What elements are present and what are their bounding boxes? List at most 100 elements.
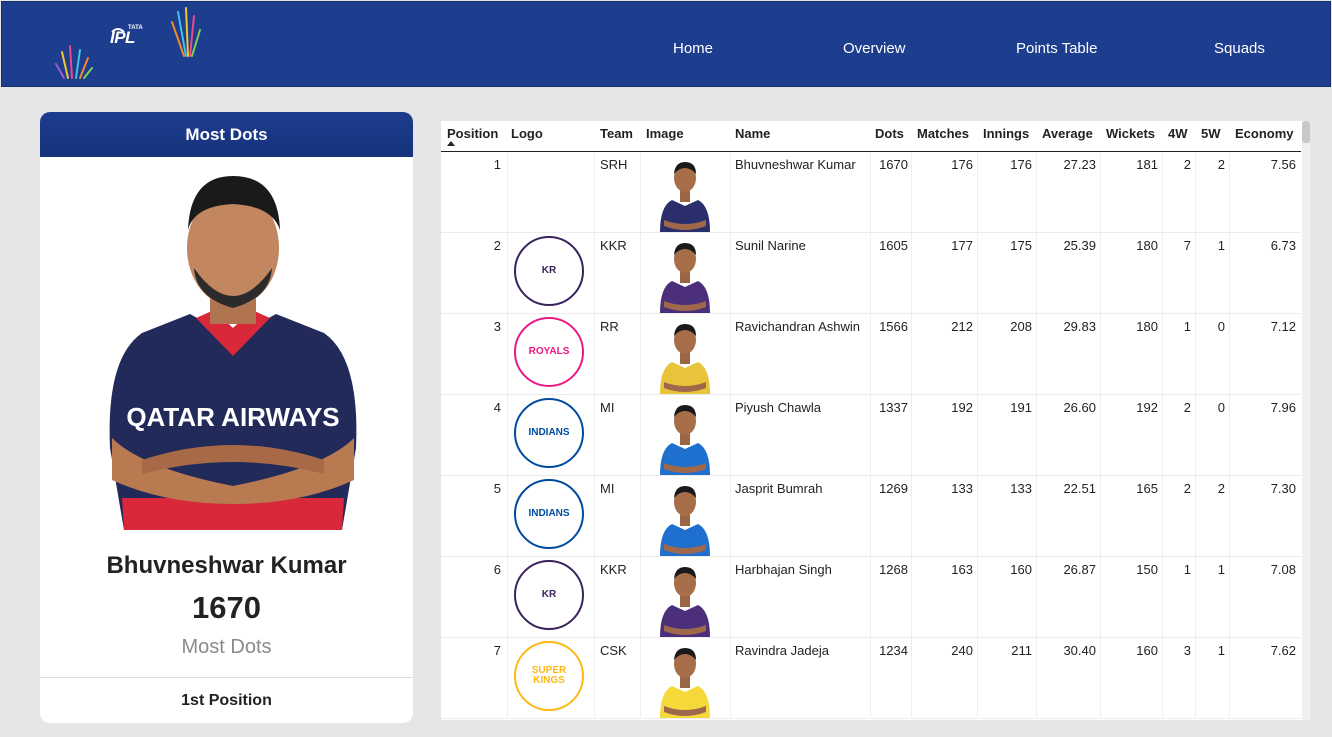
col-header-economy[interactable]: Economy — [1235, 126, 1294, 141]
team-logo-icon: SUPER KINGS — [514, 641, 584, 711]
cell-team: SRH — [600, 157, 628, 172]
cell-name: Jasprit Bumrah — [735, 481, 823, 496]
cell-innings: 133 — [1010, 481, 1032, 496]
cell-economy: 7.62 — [1270, 643, 1296, 658]
column-divider — [594, 395, 595, 476]
column-divider — [977, 638, 978, 719]
column-divider — [507, 476, 508, 557]
cell-w4: 1 — [1183, 562, 1191, 577]
player-photo — [660, 162, 710, 232]
sort-ascending-icon[interactable] — [447, 141, 455, 146]
col-header-team[interactable]: Team — [600, 126, 633, 141]
col-header-average[interactable]: Average — [1042, 126, 1093, 141]
col-header-matches[interactable]: Matches — [917, 126, 969, 141]
cell-pos: 6 — [493, 562, 501, 577]
column-divider — [1036, 152, 1037, 233]
col-header-4w[interactable]: 4W — [1168, 126, 1188, 141]
col-header-5w[interactable]: 5W — [1201, 126, 1221, 141]
column-divider — [1162, 314, 1163, 395]
column-divider — [594, 476, 595, 557]
cell-innings: 208 — [1010, 319, 1032, 334]
cell-pos: 2 — [493, 238, 501, 253]
cell-w4: 2 — [1183, 400, 1191, 415]
column-divider — [1036, 557, 1037, 638]
cell-w5: 0 — [1217, 400, 1225, 415]
cell-average: 29.83 — [1063, 319, 1096, 334]
card-title: Most Dots — [40, 112, 413, 157]
cell-average: 27.23 — [1063, 157, 1096, 172]
column-divider — [1100, 314, 1101, 395]
cell-matches: 177 — [951, 238, 973, 253]
col-header-innings[interactable]: Innings — [983, 126, 1029, 141]
cell-wickets: 150 — [1136, 562, 1158, 577]
table-row[interactable]: 1 1670 176 176 27.23 181 2 2 7.56 SRH Bhuvneshwar … — [441, 152, 1301, 233]
cell-pos: 7 — [493, 643, 501, 658]
cell-team: CSK — [600, 643, 627, 658]
cell-matches: 240 — [951, 643, 973, 658]
table-row[interactable]: 4 1337 192 191 26.60 192 2 0 7.96 MI Piyush Chawla… — [441, 395, 1301, 476]
column-divider — [1162, 557, 1163, 638]
cell-team: KKR — [600, 238, 627, 253]
team-logo-icon: INDIANS — [514, 398, 584, 468]
table-scrollbar[interactable] — [1302, 121, 1310, 720]
cell-dots: 1268 — [879, 562, 908, 577]
col-header-image[interactable]: Image — [646, 126, 684, 141]
player-photo — [660, 648, 710, 718]
cell-economy: 7.12 — [1270, 319, 1296, 334]
cell-w4: 1 — [1183, 319, 1191, 334]
cell-w5: 0 — [1217, 319, 1225, 334]
col-header-logo[interactable]: Logo — [511, 126, 543, 141]
cell-economy: 7.56 — [1270, 157, 1296, 172]
column-divider — [911, 395, 912, 476]
column-divider — [1229, 395, 1230, 476]
player-photo — [660, 324, 710, 394]
scrollbar-thumb[interactable] — [1302, 121, 1310, 143]
nav-link-points-table[interactable]: Points Table — [1016, 40, 1097, 57]
column-divider — [640, 638, 641, 719]
column-divider — [730, 638, 731, 719]
featured-stat-label: Most Dots — [181, 636, 272, 658]
column-divider — [1036, 638, 1037, 719]
column-divider — [977, 476, 978, 557]
cell-pos: 5 — [493, 481, 501, 496]
nav-link-home[interactable]: Home — [673, 40, 713, 57]
nav-link-overview[interactable]: Overview — [843, 40, 906, 57]
column-divider — [640, 557, 641, 638]
column-divider — [507, 233, 508, 314]
col-header-position[interactable]: Position — [447, 126, 498, 141]
col-header-wickets[interactable]: Wickets — [1106, 126, 1155, 141]
col-header-dots[interactable]: Dots — [875, 126, 904, 141]
column-divider — [977, 152, 978, 233]
stats-table: Position Logo Team Image Name Dots Match… — [441, 121, 1310, 720]
column-divider — [1229, 233, 1230, 314]
column-divider — [1162, 233, 1163, 314]
cell-w5: 1 — [1217, 562, 1225, 577]
cell-pos: 4 — [493, 400, 501, 415]
table-row[interactable]: 7 1234 240 211 30.40 160 3 1 7.62 CSK Ravindra Jad… — [441, 638, 1301, 719]
column-divider — [911, 557, 912, 638]
featured-player-name: Bhuvneshwar Kumar — [106, 552, 347, 579]
cell-matches: 192 — [951, 400, 973, 415]
col-header-name[interactable]: Name — [735, 126, 770, 141]
player-photo — [660, 567, 710, 637]
cell-average: 26.87 — [1063, 562, 1096, 577]
ipl-logo[interactable]: TATA IPL — [54, 6, 204, 84]
table-row[interactable]: 3 1566 212 208 29.83 180 1 0 7.12 RR Ravichandran … — [441, 314, 1301, 395]
column-divider — [1100, 557, 1101, 638]
table-row[interactable]: 2 1605 177 175 25.39 180 7 1 6.73 KKR Sunil Narine… — [441, 233, 1301, 314]
nav-link-squads[interactable]: Squads — [1214, 40, 1265, 57]
cell-innings: 176 — [1010, 157, 1032, 172]
cell-average: 30.40 — [1063, 643, 1096, 658]
cell-dots: 1566 — [879, 319, 908, 334]
jersey-sponsor-text: QATAR AIRWAYS — [126, 402, 339, 432]
table-row[interactable]: 6 1268 163 160 26.87 150 1 1 7.08 KKR Harbhajan Si… — [441, 557, 1301, 638]
cell-innings: 160 — [1010, 562, 1032, 577]
column-divider — [1195, 557, 1196, 638]
column-divider — [594, 638, 595, 719]
cell-innings: 191 — [1010, 400, 1032, 415]
cell-name: Ravindra Jadeja — [735, 643, 829, 658]
column-divider — [911, 638, 912, 719]
cell-average: 22.51 — [1063, 481, 1096, 496]
table-row[interactable]: 5 1269 133 133 22.51 165 2 2 7.30 MI Jasprit Bumra… — [441, 476, 1301, 557]
cell-wickets: 181 — [1136, 157, 1158, 172]
